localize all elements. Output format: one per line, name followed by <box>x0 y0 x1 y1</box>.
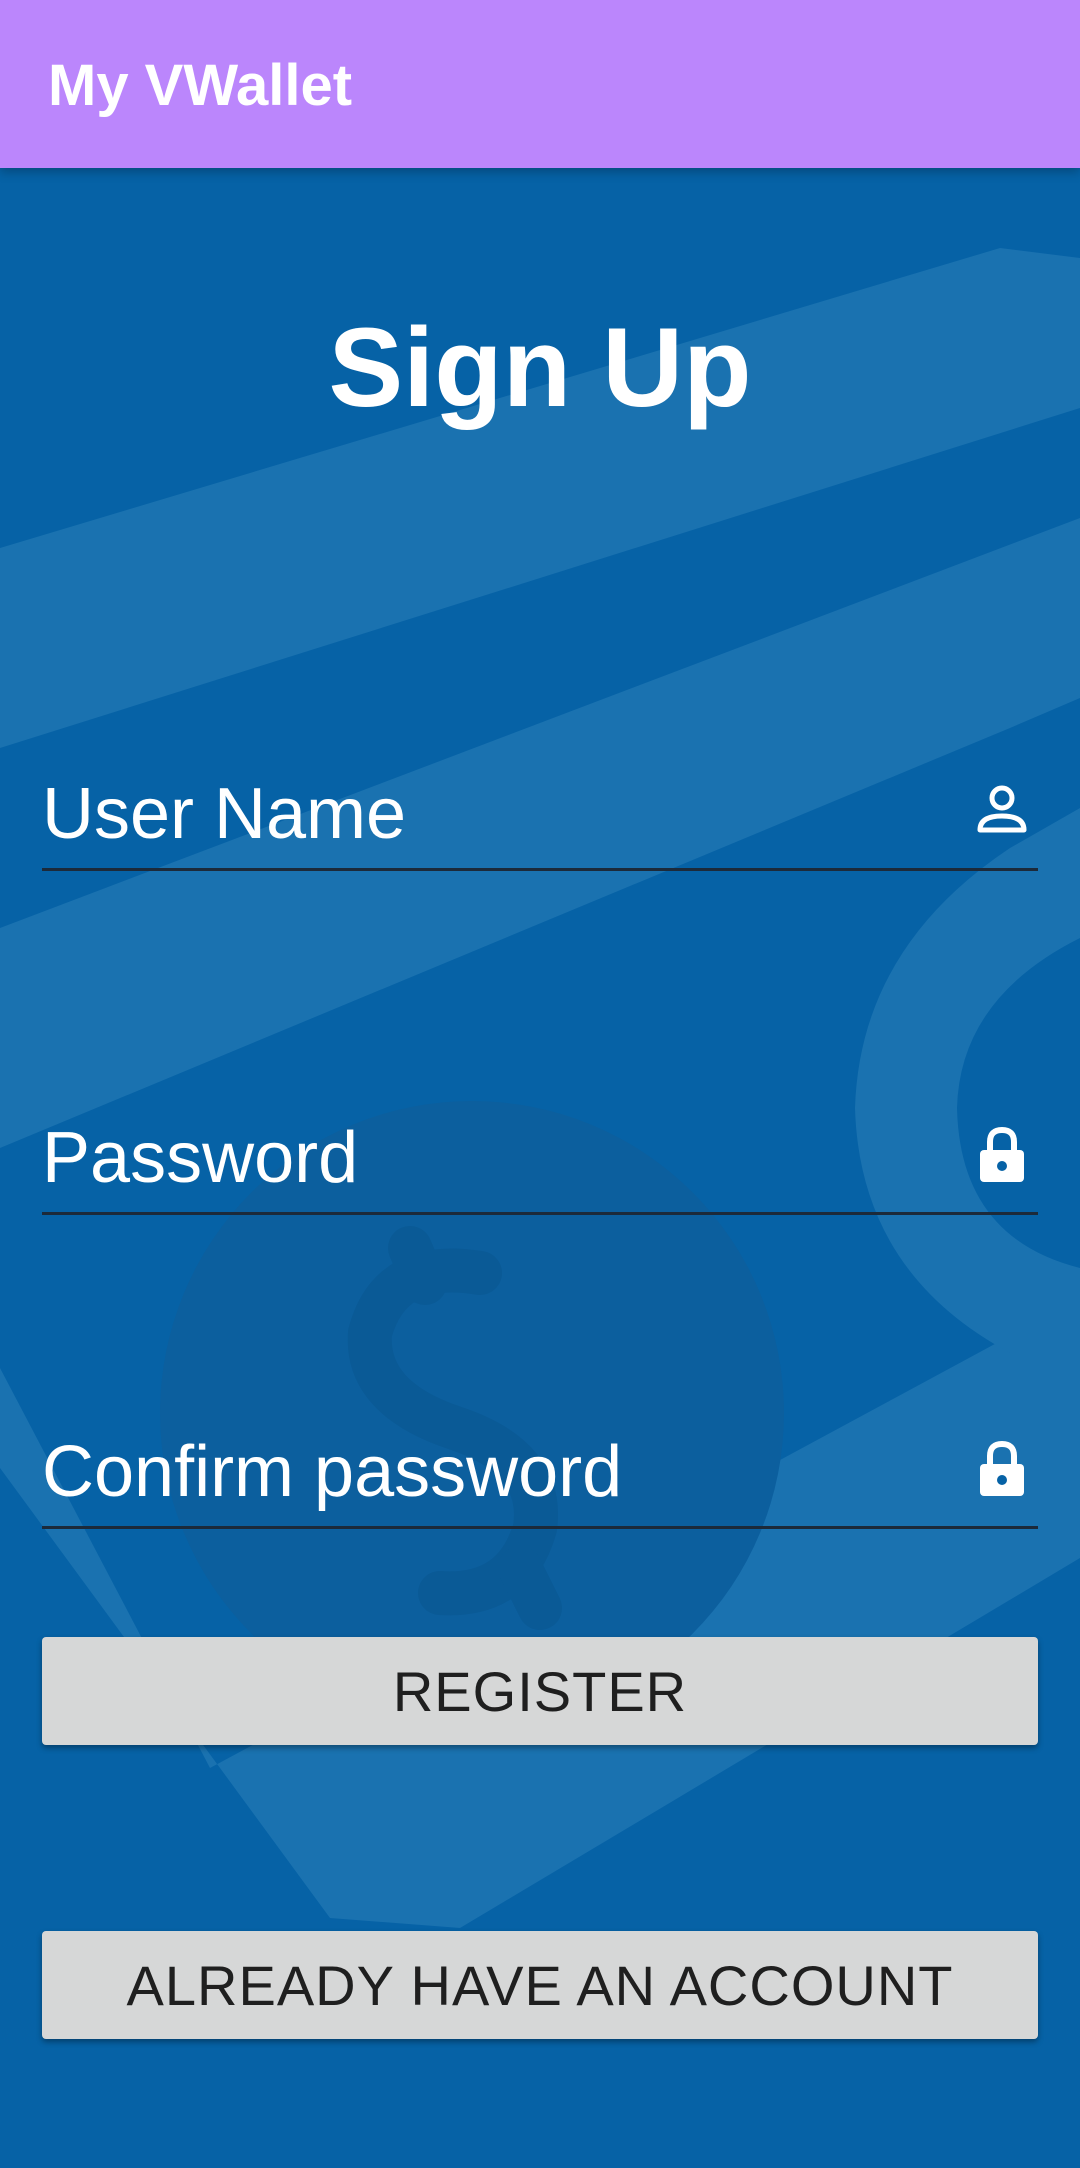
confirm-password-placeholder: Confirm password <box>42 1432 623 1512</box>
app-title: My VWallet <box>48 53 353 118</box>
username-field[interactable]: User Name <box>42 768 1038 871</box>
lock-icon <box>980 1126 1024 1182</box>
already-have-account-button[interactable]: ALREADY HAVE AN ACCOUNT <box>42 1931 1038 2039</box>
page-title: Sign Up <box>328 305 752 430</box>
signup-screen: Sign Up User Name Password Confirm passw… <box>0 168 1080 2168</box>
app-bar: My VWallet <box>0 0 1080 168</box>
username-placeholder: User Name <box>42 774 407 854</box>
person-icon <box>977 785 1027 833</box>
register-button[interactable]: REGISTER <box>42 1637 1038 1745</box>
password-field[interactable]: Password <box>42 1112 1038 1215</box>
password-placeholder: Password <box>42 1118 359 1198</box>
confirm-password-field[interactable]: Confirm password <box>42 1426 1038 1529</box>
lock-icon <box>980 1440 1024 1496</box>
